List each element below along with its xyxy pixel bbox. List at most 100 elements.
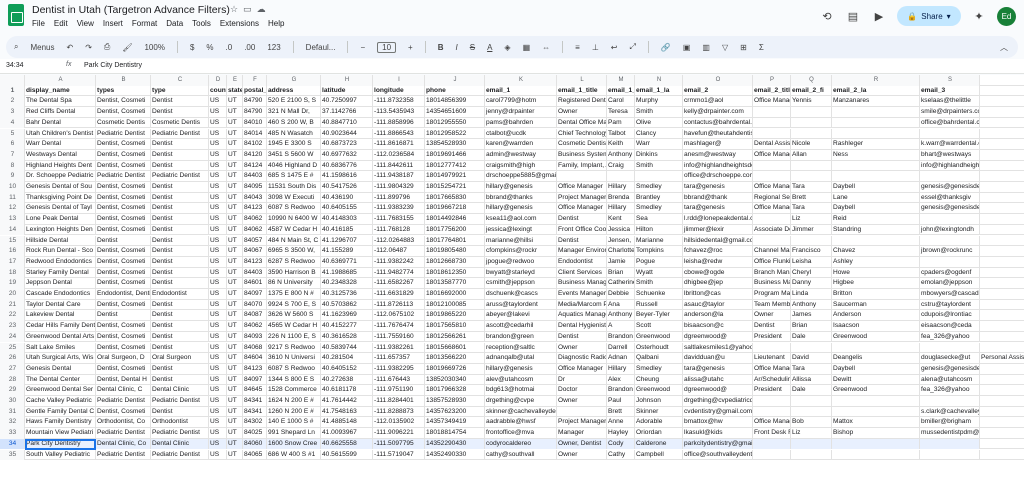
row-number[interactable]: 10	[0, 182, 25, 193]
table-cell[interactable]: 14352290430	[425, 438, 485, 450]
table-cell[interactable]: Jessica	[607, 224, 635, 236]
column-header[interactable]: N	[635, 75, 683, 86]
table-cell[interactable]: 18017764801	[425, 235, 485, 247]
table-cell[interactable]: Pediatric Dentist	[96, 449, 151, 461]
table-cell[interactable]: aruss@taylordent	[485, 299, 557, 311]
table-cell[interactable]: US	[209, 428, 227, 439]
strikethrough-icon[interactable]: S	[470, 43, 475, 52]
table-cell[interactable]: email_1_fi	[607, 85, 635, 97]
table-cell[interactable]: Greenwood	[832, 331, 920, 343]
table-cell[interactable]: UT	[227, 107, 243, 118]
table-cell[interactable]: -111.657357	[373, 353, 425, 364]
table-cell[interactable]: Dentist, Cosmeti	[96, 182, 151, 193]
column-header[interactable]: S	[920, 75, 980, 86]
table-cell[interactable]	[791, 449, 832, 461]
column-header[interactable]: R	[832, 75, 920, 86]
table-cell[interactable]: UT	[227, 139, 243, 150]
table-cell[interactable]: US	[209, 128, 227, 140]
table-cell[interactable]: UT	[227, 310, 243, 322]
comments-icon[interactable]: ▤	[845, 8, 861, 24]
table-cell[interactable]: 18017966328	[425, 385, 485, 396]
table-cell[interactable]: Team Member S	[753, 299, 791, 311]
table-cell[interactable]: davidduan@u	[683, 353, 753, 364]
table-cell[interactable]: 40.6369771	[321, 256, 373, 268]
table-cell[interactable]: 485 N Wasatch	[267, 128, 321, 140]
table-cell[interactable]: Hayley	[607, 428, 635, 439]
table-cell[interactable]: 84341	[243, 396, 267, 407]
table-cell[interactable]	[832, 406, 920, 418]
table-cell[interactable]: email_3	[920, 85, 980, 97]
menu-item[interactable]: Help	[268, 19, 284, 28]
table-cell[interactable]: Dentist	[753, 321, 791, 332]
table-cell[interactable]: Park City Dentistry	[25, 438, 96, 450]
table-cell[interactable]: 40.416185	[321, 224, 373, 236]
table-cell[interactable]: -111.8288873	[373, 406, 425, 418]
column-header[interactable]: G	[267, 75, 321, 86]
table-cell[interactable]: Dewitt	[832, 374, 920, 386]
table-cell[interactable]: Manager Environment	[557, 246, 607, 257]
table-cell[interactable]: UT	[227, 192, 243, 204]
menu-item[interactable]: Edit	[54, 19, 68, 28]
table-cell[interactable]: Dentist	[151, 182, 209, 193]
table-cell[interactable]: 4565 W Cedar H	[267, 321, 321, 332]
table-cell[interactable]: count	[209, 85, 227, 97]
table-cell[interactable]: email_1_la	[635, 85, 683, 97]
table-cell[interactable]: 18017565810	[425, 321, 485, 332]
table-cell[interactable]: 84025	[243, 428, 267, 439]
column-header[interactable]: L	[557, 75, 607, 86]
table-cell[interactable]: Dentist	[151, 139, 209, 150]
table-cell[interactable]: UT	[227, 171, 243, 182]
table-cell[interactable]: Chief Technology Officer	[557, 128, 607, 140]
table-cell[interactable]: Dr. Schoeppe Pediatric	[25, 171, 96, 182]
table-cell[interactable]	[920, 171, 980, 182]
table-cell[interactable]: US	[209, 214, 227, 225]
table-cell[interactable]: Dentist, Cosmeti	[96, 96, 151, 108]
table-cell[interactable]: Haws Family Dentistry	[25, 417, 96, 429]
row-number[interactable]: 4	[0, 117, 25, 129]
table-cell[interactable]: Dale	[791, 385, 832, 396]
table-cell[interactable]: jenny@drpainter	[485, 107, 557, 118]
row-number[interactable]: 24	[0, 331, 25, 343]
table-cell[interactable]: Rock Run Dental - Sco	[25, 246, 96, 257]
table-cell[interactable]: 84065	[243, 449, 267, 461]
table-cell[interactable]: 3610 N Universi	[267, 353, 321, 364]
table-cell[interactable]: Lone Peak Dental	[25, 214, 96, 225]
row-number[interactable]: 26	[0, 353, 25, 364]
table-cell[interactable]: Dentist, Cosmeti	[96, 224, 151, 236]
table-cell[interactable]: -111.9383239	[373, 203, 425, 215]
table-cell[interactable]: Aquatics Manager	[557, 310, 607, 322]
table-cell[interactable]: 1945 E 3300 S	[267, 139, 321, 150]
table-cell[interactable]: saltlakesmiles1@yahoo.com	[683, 342, 753, 354]
table-cell[interactable]: csmith@jeppson	[485, 278, 557, 289]
table-cell[interactable]: 18012566261	[425, 331, 485, 343]
row-number[interactable]: 7	[0, 149, 25, 161]
table-cell[interactable]: 1344 S 800 E S	[267, 374, 321, 386]
table-cell[interactable]	[753, 438, 791, 450]
table-cell[interactable]: Oriordan	[635, 428, 683, 439]
table-cell[interactable]: Mattox	[832, 417, 920, 429]
table-cell[interactable]	[920, 214, 980, 225]
row-number[interactable]: 1	[0, 85, 25, 97]
table-cell[interactable]: 520 E 2100 S, S	[267, 96, 321, 108]
row-number[interactable]: 19	[0, 278, 25, 289]
table-cell[interactable]: 1528 Commerce	[267, 385, 321, 396]
number-format-button[interactable]: 123	[267, 43, 280, 52]
row-number[interactable]: 33	[0, 428, 25, 439]
table-cell[interactable]: -111.9382242	[373, 256, 425, 268]
table-cell[interactable]: 1600 Snow Cree	[267, 438, 321, 450]
table-cell[interactable]	[753, 396, 791, 407]
table-cell[interactable]: US	[209, 224, 227, 236]
table-cell[interactable]: UT	[227, 96, 243, 108]
table-cell[interactable]: Osterhoudt	[635, 342, 683, 354]
table-cell[interactable]: email_2_fi	[791, 85, 832, 97]
table-cell[interactable]: Dentist	[151, 363, 209, 375]
table-cell[interactable]: 84124	[243, 160, 267, 172]
table-cell[interactable]: Anderson	[832, 310, 920, 322]
row-number[interactable]: 6	[0, 139, 25, 150]
table-cell[interactable]: UT	[227, 203, 243, 215]
row-number[interactable]: 30	[0, 396, 25, 407]
table-cell[interactable]: 9924 S 700 E, S	[267, 299, 321, 311]
table-cell[interactable]: UT	[227, 428, 243, 439]
row-number[interactable]: 18	[0, 267, 25, 279]
table-cell[interactable]: Dentist	[151, 406, 209, 418]
